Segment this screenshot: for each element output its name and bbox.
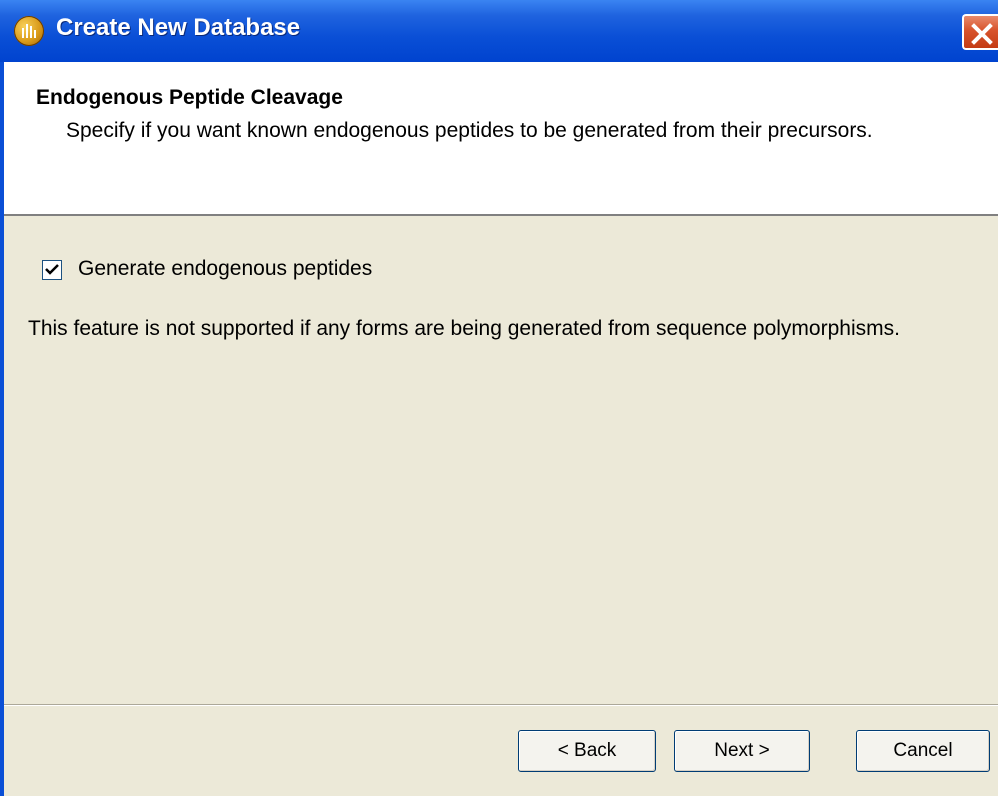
page-description: Specify if you want known endogenous pep… (66, 119, 873, 142)
footer-separator-highlight (4, 705, 998, 706)
generate-endogenous-peptides-checkbox[interactable] (42, 260, 62, 280)
close-button[interactable] (962, 14, 998, 50)
checkmark-icon (45, 264, 59, 275)
cancel-button[interactable]: Cancel (856, 730, 990, 772)
next-button[interactable]: Next > (674, 730, 810, 772)
close-icon (971, 23, 993, 45)
feature-note: This feature is not supported if any for… (28, 317, 900, 340)
app-logo-icon (14, 16, 44, 46)
back-button[interactable]: < Back (518, 730, 656, 772)
generate-endogenous-peptides-label[interactable]: Generate endogenous peptides (78, 257, 372, 281)
title-bar[interactable]: Create New Database (0, 0, 998, 62)
page-title: Endogenous Peptide Cleavage (36, 86, 343, 109)
window-title: Create New Database (56, 14, 301, 41)
